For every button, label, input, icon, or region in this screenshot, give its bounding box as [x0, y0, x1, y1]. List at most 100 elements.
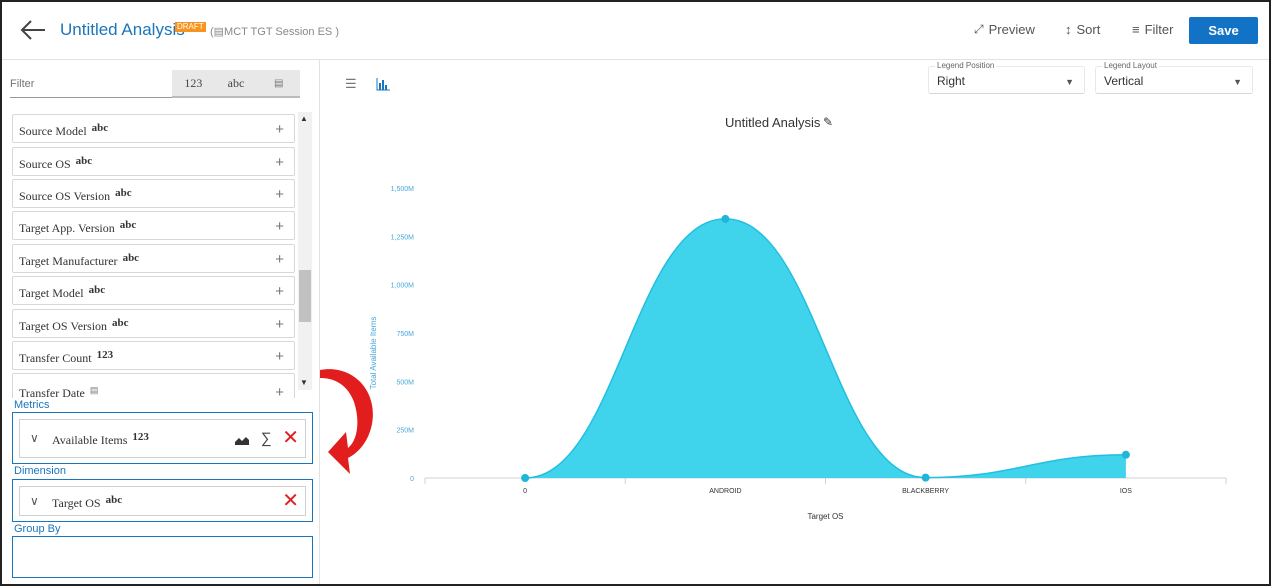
field-type: abc — [75, 155, 93, 167]
chart-area: 0 250M 500M 750M 1,000M 1,250M 1,500M Total Ava… — [369, 186, 1227, 521]
field-label: Transfer Date — [19, 386, 85, 398]
type-filter-tabs: 123 abc ▤ — [172, 70, 300, 98]
field-type: abc — [91, 122, 109, 134]
add-icon[interactable]: + — [275, 121, 284, 138]
field-label: Target OS Version — [19, 319, 108, 333]
metric-chip[interactable]: ∨ Available Items 123 ∑ ✕ — [19, 419, 306, 458]
field-item[interactable]: Target Model abc + — [12, 276, 295, 305]
sum-icon[interactable]: ∑ — [261, 430, 272, 447]
field-filter-input[interactable] — [10, 70, 172, 98]
area-chart-icon[interactable] — [235, 436, 249, 445]
field-item[interactable]: Transfer Count 123 + — [12, 341, 295, 370]
y-tick-label: 1,500M — [391, 186, 415, 193]
add-icon[interactable]: + — [275, 251, 284, 268]
filter-lines-icon: ≡ — [1132, 22, 1140, 37]
field-type: abc — [122, 252, 140, 264]
save-button[interactable]: Save — [1189, 17, 1258, 44]
caret-down-icon: ▼ — [1065, 77, 1074, 87]
data-point — [921, 473, 930, 482]
field-type: ▤ — [89, 385, 99, 395]
field-label: Target Model — [19, 286, 84, 300]
x-tick-label: BLACKBERRY — [902, 488, 949, 495]
x-axis-title: Target OS — [807, 512, 843, 521]
metric-type: 123 — [132, 431, 149, 443]
y-tick-label: 500M — [396, 379, 414, 386]
draft-badge: DRAFT — [175, 22, 206, 32]
group-by-label: Group By — [14, 523, 61, 535]
field-item[interactable]: Target Manufacturer abc + — [12, 244, 295, 273]
legend-position-select[interactable]: Legend Position Right ▼ — [928, 61, 1085, 94]
field-list: Source Model abc + Source OS abc + Source … — [12, 112, 296, 398]
scroll-up-icon[interactable]: ▲ — [300, 114, 308, 123]
filter-button[interactable]: ≡ Filter — [1132, 22, 1173, 37]
x-tick-label: 0 — [523, 488, 527, 495]
remove-metric-icon[interactable]: ✕ — [282, 426, 299, 450]
y-tick-label: 1,250M — [391, 234, 415, 241]
chevron-down-icon[interactable]: ∨ — [30, 494, 39, 508]
chevron-down-icon[interactable]: ∨ — [30, 431, 39, 445]
field-item[interactable]: Target App. Version abc + — [12, 211, 295, 240]
add-icon[interactable]: + — [275, 316, 284, 333]
legend-layout-select[interactable]: Legend Layout Vertical ▼ — [1095, 61, 1253, 94]
add-icon[interactable]: + — [275, 186, 284, 203]
add-icon[interactable]: + — [275, 218, 284, 235]
sort-icon: ↕ — [1065, 22, 1072, 37]
field-type: abc — [119, 219, 137, 231]
preview-button[interactable]: ⤢ Preview — [974, 22, 1035, 37]
field-type: abc — [88, 284, 106, 296]
legend-layout-value: Vertical — [1104, 74, 1144, 88]
field-label: Target Manufacturer — [19, 254, 118, 268]
field-item[interactable]: Transfer Date ▤ + — [12, 373, 295, 398]
dimension-chip[interactable]: ∨ Target OS abc ✕ — [19, 486, 306, 516]
type-tab-text[interactable]: abc — [215, 76, 258, 91]
filter-label: Filter — [1144, 22, 1174, 37]
back-arrow-icon[interactable] — [18, 16, 48, 44]
field-item[interactable]: Source OS abc + — [12, 147, 295, 176]
field-label: Source OS Version — [19, 189, 111, 203]
metric-label: Available Items — [52, 433, 128, 447]
field-type: abc — [112, 317, 129, 329]
expand-icon: ⤢ — [974, 22, 984, 36]
y-tick-label: 1,000M — [391, 283, 415, 290]
metrics-dropzone[interactable]: ∨ Available Items 123 ∑ ✕ — [12, 412, 313, 464]
data-point — [521, 474, 530, 482]
y-tick-label: 250M — [396, 428, 414, 435]
dimension-chip-label: Target OS — [52, 496, 101, 510]
analysis-title[interactable]: Untitled Analysis — [60, 20, 185, 40]
sort-button[interactable]: ↕ Sort — [1065, 22, 1100, 37]
remove-dimension-icon[interactable]: ✕ — [282, 489, 299, 513]
x-tick-label: IOS — [1120, 488, 1132, 495]
add-icon[interactable]: + — [275, 348, 284, 365]
field-item[interactable]: Target OS Version abc + — [12, 309, 295, 338]
scroll-down-icon[interactable]: ▼ — [300, 378, 308, 387]
caret-down-icon: ▼ — [1233, 77, 1242, 87]
data-point — [721, 214, 730, 223]
chart-panel: ☰ Legend Position Right ▼ Legend Layout … — [321, 60, 1267, 584]
x-tick-label: ANDROID — [709, 488, 741, 495]
metrics-label: Metrics — [14, 399, 50, 411]
field-label: Source Model — [19, 124, 87, 138]
legend-position-label: Legend Position — [935, 61, 997, 70]
add-icon[interactable]: + — [275, 384, 284, 398]
type-tab-numeric[interactable]: 123 — [172, 76, 215, 91]
field-label: Transfer Count — [19, 351, 92, 365]
data-point — [1121, 450, 1130, 459]
dimension-label: Dimension — [14, 465, 66, 477]
field-item[interactable]: Source OS Version abc + — [12, 179, 295, 208]
vertical-bar-chart-icon[interactable] — [376, 78, 390, 91]
add-icon[interactable]: + — [275, 283, 284, 300]
dimension-type: abc — [105, 494, 123, 506]
dimension-dropzone[interactable]: ∨ Target OS abc ✕ — [12, 479, 313, 522]
add-icon[interactable]: + — [275, 154, 284, 171]
legend-position-value: Right — [937, 74, 966, 88]
scroll-thumb[interactable] — [299, 270, 311, 322]
type-tab-date[interactable]: ▤ — [257, 78, 300, 89]
group-by-dropzone[interactable] — [12, 536, 313, 578]
y-tick-label: 0 — [410, 476, 414, 483]
field-item[interactable]: Source Model abc + — [12, 114, 295, 143]
sort-label: Sort — [1076, 22, 1101, 37]
field-list-scrollbar[interactable]: ▲ ▼ — [298, 112, 312, 390]
field-label: Target App. Version — [19, 221, 115, 235]
field-label: Source OS — [19, 157, 71, 171]
horizontal-bar-chart-icon[interactable]: ☰ — [345, 76, 357, 92]
